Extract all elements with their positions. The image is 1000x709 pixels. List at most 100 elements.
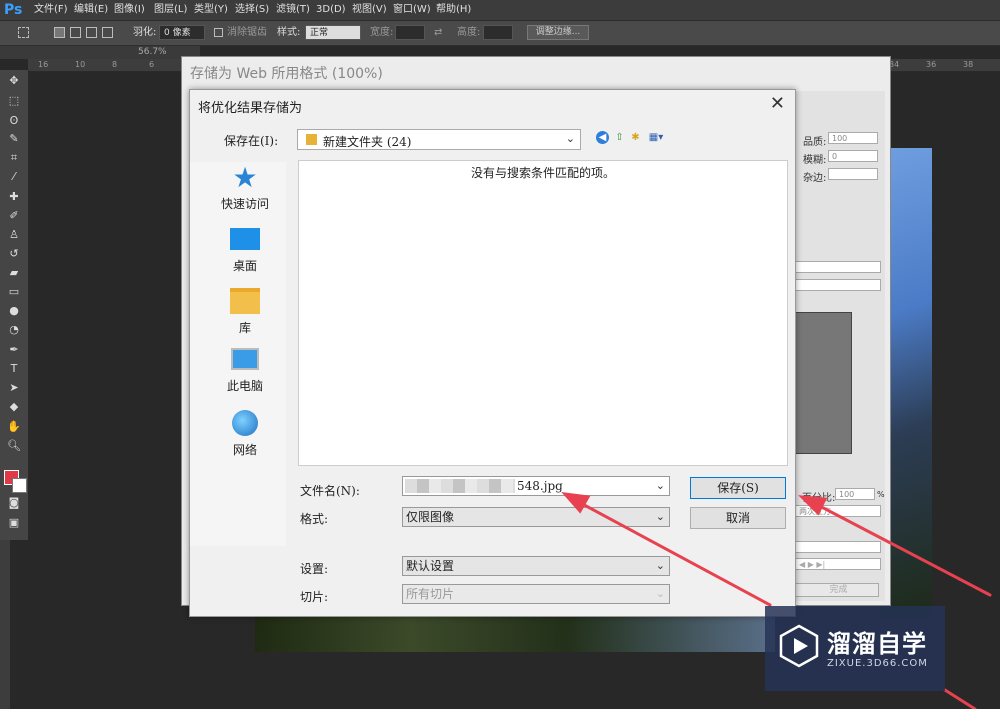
stamp-tool-icon[interactable]: ♙ — [6, 228, 22, 242]
menu-edit[interactable]: 编辑(E) — [74, 2, 108, 18]
network-icon — [232, 410, 258, 436]
menu-type[interactable]: 类型(Y) — [194, 2, 228, 18]
up-folder-icon[interactable]: ⇧ — [613, 131, 626, 144]
dither-select[interactable] — [795, 279, 881, 291]
height-label: 高度: — [457, 27, 481, 38]
menu-image[interactable]: 图像(I) — [114, 2, 145, 18]
ruler-mark: 36 — [926, 60, 937, 69]
filename-input[interactable]: 548.jpg ⌄ — [402, 476, 670, 496]
swap-icon[interactable]: ⇄ — [434, 26, 442, 40]
type-tool-icon[interactable]: T — [6, 362, 22, 376]
blur-tool-icon[interactable]: ● — [6, 304, 22, 318]
vertical-ruler — [0, 540, 10, 709]
play-logo-icon — [779, 624, 819, 668]
lasso-tool-icon[interactable]: ʘ — [6, 114, 22, 128]
place-label: 快速访问 — [220, 197, 269, 211]
ruler-mark: 16 — [38, 60, 49, 69]
history-brush-icon[interactable]: ↺ — [6, 247, 22, 261]
menu-3d[interactable]: 3D(D) — [316, 2, 346, 18]
shape-tool-icon[interactable]: ◆ — [6, 400, 22, 414]
cancel-button[interactable]: 取消 — [690, 507, 786, 529]
percent-unit: % — [877, 490, 885, 499]
hand-tool-icon[interactable]: ✋ — [6, 420, 22, 434]
menu-window[interactable]: 窗口(W) — [393, 2, 431, 18]
height-input[interactable] — [483, 25, 513, 40]
slices-value: 所有切片 — [406, 587, 455, 601]
refine-edge-button[interactable]: 调整边缘... — [527, 25, 589, 40]
feather-input[interactable]: 0 像素 — [159, 25, 205, 40]
eraser-tool-icon[interactable]: ▰ — [6, 266, 22, 280]
menu-filter[interactable]: 滤镜(T) — [276, 2, 310, 18]
eyedropper-icon[interactable]: ⁄ — [6, 170, 22, 184]
document-tab[interactable]: 56.7%(RGB/8#) — [0, 46, 200, 70]
menu-help[interactable]: 帮助(H) — [436, 2, 471, 18]
move-tool-icon[interactable]: ✥ — [6, 74, 22, 88]
menu-view[interactable]: 视图(V) — [352, 2, 387, 18]
percent-input[interactable]: 100 — [835, 488, 875, 500]
place-desktop[interactable]: 桌面 — [190, 228, 300, 274]
format-value: 仅限图像 — [406, 510, 455, 524]
background-color-swatch[interactable] — [12, 478, 27, 493]
options-bar: 羽化: 0 像素 消除锯齿 样式: 正常 宽度: ⇄ 高度: 调整边缘... — [0, 21, 1000, 46]
close-icon[interactable]: ✕ — [770, 93, 785, 114]
style-label: 样式: — [277, 27, 301, 38]
color-reduction-select[interactable] — [795, 261, 881, 273]
menu-file[interactable]: 文件(F) — [34, 2, 68, 18]
place-this-pc[interactable]: 此电脑 — [190, 348, 300, 394]
library-icon — [230, 288, 260, 314]
place-label: 库 — [238, 321, 251, 335]
resample-select[interactable]: 两次立方 — [795, 505, 881, 517]
slices-label: 切片: — [300, 590, 329, 604]
healing-brush-icon[interactable]: ✚ — [6, 190, 22, 204]
format-select[interactable]: 仅限图像 ⌄ — [402, 507, 670, 527]
quick-select-icon[interactable]: ✎ — [6, 132, 22, 146]
toolbar: ✥ ⬚ ʘ ✎ ⌗ ⁄ ✚ ✐ ♙ ↺ ▰ ▭ ● ◔ ✒ T ➤ ◆ ✋ 🔍︎… — [0, 70, 29, 540]
view-menu-icon[interactable]: ▦▾ — [646, 131, 666, 144]
crop-tool-icon[interactable]: ⌗ — [6, 151, 22, 165]
feather-label: 羽化: — [133, 27, 157, 38]
watermark-logo: 溜溜自学 ZIXUE.3D66.COM — [765, 606, 945, 691]
ruler-mark: 8 — [112, 60, 118, 69]
brush-tool-icon[interactable]: ✐ — [6, 209, 22, 223]
subtract-selection-icon[interactable] — [86, 27, 97, 38]
save-button[interactable]: 保存(S) — [690, 477, 786, 499]
width-input[interactable] — [395, 25, 425, 40]
marquee-tool-icon[interactable] — [18, 27, 29, 38]
path-select-icon[interactable]: ➤ — [6, 381, 22, 395]
add-selection-icon[interactable] — [70, 27, 81, 38]
save-in-select[interactable]: 新建文件夹 (24) ⌄ — [297, 129, 581, 150]
color-table-preview — [794, 312, 852, 454]
antialias-checkbox[interactable] — [214, 28, 223, 37]
new-folder-icon[interactable]: ✱ — [629, 131, 642, 144]
screen-mode-icon[interactable]: ▣ — [6, 516, 22, 530]
done-button[interactable]: 完成 — [795, 583, 879, 597]
blur-input[interactable]: 0 — [828, 150, 878, 162]
back-icon[interactable]: ◀ — [596, 131, 609, 144]
zoom-tool-icon[interactable]: 🔍︎ — [6, 439, 22, 453]
intersect-selection-icon[interactable] — [102, 27, 113, 38]
arrow-tail-line — [943, 688, 977, 709]
quick-mask-icon[interactable]: ◙ — [6, 496, 22, 510]
settings-select[interactable]: 默认设置 ⌄ — [402, 556, 670, 576]
playback-controls[interactable]: ◀ ▶ ▶| — [795, 558, 881, 570]
place-network[interactable]: 网络 — [190, 410, 300, 458]
place-quick-access[interactable]: ★ 快速访问 — [190, 164, 300, 212]
dodge-tool-icon[interactable]: ◔ — [6, 323, 22, 337]
menu-select[interactable]: 选择(S) — [235, 2, 269, 18]
new-selection-icon[interactable] — [54, 27, 65, 38]
slices-select[interactable]: 所有切片 ⌄ — [402, 584, 670, 604]
pen-tool-icon[interactable]: ✒ — [6, 343, 22, 357]
antialias-label: 消除锯齿 — [227, 27, 267, 38]
filename-value: 548.jpg — [517, 479, 563, 493]
matte-select[interactable] — [828, 168, 878, 180]
menu-layer[interactable]: 图层(L) — [154, 2, 187, 18]
style-select[interactable]: 正常 — [305, 25, 361, 40]
save-optimized-dialog: 将优化结果存储为 ✕ 保存在(I): 新建文件夹 (24) ⌄ ◀ ⇧ ✱ ▦▾… — [189, 89, 796, 617]
place-library[interactable]: 库 — [190, 288, 300, 336]
menu-bar: Ps 文件(F) 编辑(E) 图像(I) 图层(L) 类型(Y) 选择(S) 滤… — [0, 0, 1000, 21]
file-list[interactable]: 没有与搜索条件匹配的项。 — [298, 160, 788, 466]
gradient-tool-icon[interactable]: ▭ — [6, 285, 22, 299]
quality-input[interactable]: 100 — [828, 132, 878, 144]
marquee-tool-icon[interactable]: ⬚ — [6, 94, 22, 108]
animation-select[interactable] — [795, 541, 881, 553]
